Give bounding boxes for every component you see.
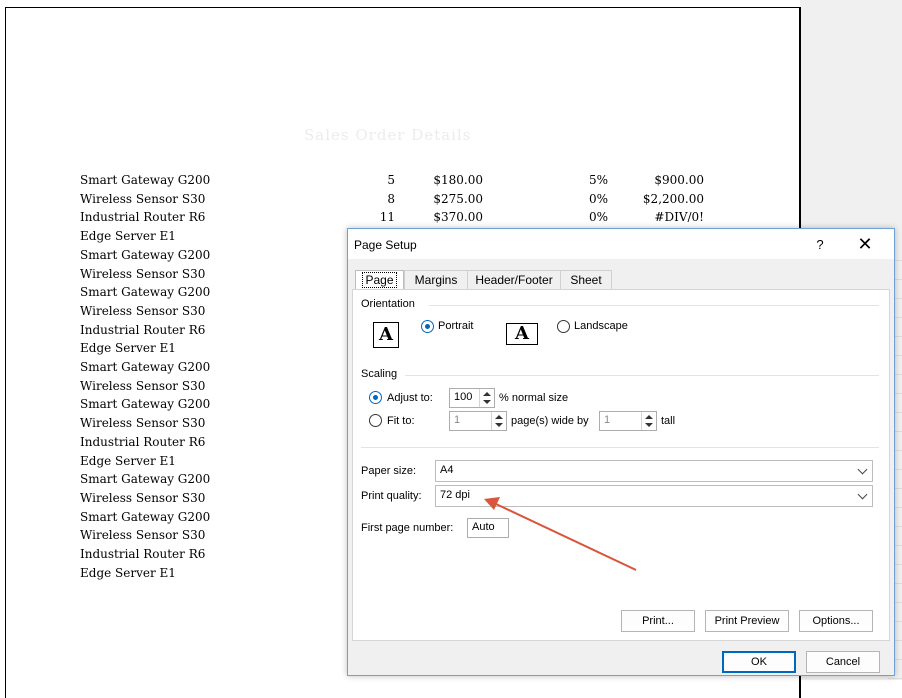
cell-name: Smart Gateway G200: [80, 285, 211, 300]
scaling-bottom-separator: [361, 447, 879, 448]
fit-tall-suffix: tall: [661, 415, 676, 427]
adjust-to-label[interactable]: Adjust to:: [387, 392, 433, 404]
page-tab-panel: Orientation A Portrait A Landscape Scali…: [352, 289, 890, 641]
spinner-arrows[interactable]: [641, 412, 656, 430]
print-preview-button[interactable]: Print Preview: [705, 610, 789, 632]
adjust-percent-spinner[interactable]: 100: [449, 388, 495, 408]
cell-name: Smart Gateway G200: [80, 173, 211, 187]
adjust-suffix: % normal size: [499, 392, 569, 404]
close-button[interactable]: ✕: [854, 233, 876, 255]
cell-qty: 8: [387, 191, 395, 206]
cell-name: Smart Gateway G200: [80, 360, 211, 374]
page-setup-dialog: Page Setup ? ✕ Page Margins Header/Foote…: [347, 228, 895, 676]
cell-name: Wireless Sensor S30: [80, 266, 206, 281]
cell-name: Edge Server E1: [80, 341, 176, 356]
cell-discount: 0%: [588, 191, 608, 206]
paper-size-value: A4: [440, 464, 454, 476]
dialog-title: Page Setup: [354, 238, 417, 252]
cell-qty: 11: [379, 210, 395, 225]
print-quality-select[interactable]: 72 dpi: [435, 485, 873, 507]
dialog-titlebar: Page Setup ? ✕: [348, 229, 894, 259]
paper-size-label: Paper size:: [361, 465, 417, 477]
adjust-to-radio[interactable]: [369, 391, 382, 404]
spinner-arrows[interactable]: [479, 389, 494, 407]
tab-margins[interactable]: Margins: [404, 270, 468, 290]
first-page-number-label: First page number:: [361, 522, 454, 534]
chevron-down-icon: [857, 489, 868, 500]
cell-discount: 0%: [588, 210, 608, 225]
fit-wide-spinner[interactable]: 1: [449, 411, 507, 431]
cell-name: Wireless Sensor S30: [80, 528, 206, 543]
fit-to-radio[interactable]: [369, 414, 382, 427]
first-page-number-field[interactable]: Auto: [467, 518, 509, 538]
cell-price: $275.00: [433, 191, 483, 206]
fit-tall-value: 1: [604, 414, 611, 426]
fit-wide-value: 1: [454, 414, 461, 426]
cell-price: $180.00: [433, 173, 483, 187]
fit-to-label[interactable]: Fit to:: [387, 415, 415, 427]
cell-name: Wireless Sensor S30: [80, 416, 206, 431]
tab-header-footer[interactable]: Header/Footer: [467, 270, 561, 290]
cell-name: Wireless Sensor S30: [80, 191, 206, 206]
cell-name: Smart Gateway G200: [80, 509, 211, 524]
cell-name: Edge Server E1: [80, 229, 176, 244]
orientation-heading: Orientation: [361, 298, 415, 310]
cell-name: Industrial Router R6: [80, 322, 206, 337]
tab-page[interactable]: Page: [355, 270, 404, 290]
cell-total: #DIV/0!: [654, 210, 704, 225]
cell-name: Wireless Sensor S30: [80, 378, 206, 393]
landscape-label[interactable]: Landscape: [574, 320, 628, 332]
cell-total: $2,200.00: [642, 191, 704, 206]
print-quality-label: Print quality:: [361, 490, 422, 502]
scaling-heading: Scaling: [361, 368, 398, 380]
tab-page-label: Page: [362, 272, 397, 288]
fit-tall-spinner[interactable]: 1: [599, 411, 657, 431]
fit-wide-suffix: page(s) wide by: [511, 415, 589, 427]
cell-name: Smart Gateway G200: [80, 472, 211, 487]
landscape-radio[interactable]: [557, 320, 570, 333]
cell-name: Wireless Sensor S30: [80, 303, 206, 318]
help-button[interactable]: ?: [810, 235, 830, 255]
cell-qty: 5: [387, 173, 395, 187]
landscape-page-icon: A: [506, 323, 538, 345]
print-quality-value: 72 dpi: [440, 489, 470, 501]
cell-name: Edge Server E1: [80, 453, 176, 468]
scaling-separator: [405, 375, 879, 376]
cell-name: Edge Server E1: [80, 565, 176, 580]
portrait-page-icon: A: [373, 322, 399, 348]
cell-name: Smart Gateway G200: [80, 397, 211, 412]
document-title: Sales Order Details: [304, 126, 472, 144]
first-page-number-value: Auto: [472, 521, 495, 533]
cell-name: Industrial Router R6: [80, 210, 206, 225]
cell-discount: 5%: [588, 173, 608, 187]
tab-sheet[interactable]: Sheet: [560, 270, 612, 290]
cell-name: Smart Gateway G200: [80, 247, 211, 262]
cell-name: Industrial Router R6: [80, 434, 206, 449]
print-button[interactable]: Print...: [621, 610, 695, 632]
spinner-arrows[interactable]: [491, 412, 506, 430]
chevron-down-icon: [857, 464, 868, 475]
cell-total: $900.00: [654, 173, 704, 187]
ok-button[interactable]: OK: [722, 651, 796, 673]
portrait-label[interactable]: Portrait: [438, 320, 473, 332]
orientation-separator: [429, 305, 879, 306]
cell-price: $370.00: [433, 210, 483, 225]
adjust-percent-value: 100: [454, 391, 473, 403]
paper-size-select[interactable]: A4: [435, 460, 873, 482]
cell-name: Wireless Sensor S30: [80, 490, 206, 505]
options-button[interactable]: Options...: [799, 610, 873, 632]
portrait-radio[interactable]: [421, 320, 434, 333]
cell-name: Industrial Router R6: [80, 547, 206, 561]
cancel-button[interactable]: Cancel: [806, 651, 880, 673]
